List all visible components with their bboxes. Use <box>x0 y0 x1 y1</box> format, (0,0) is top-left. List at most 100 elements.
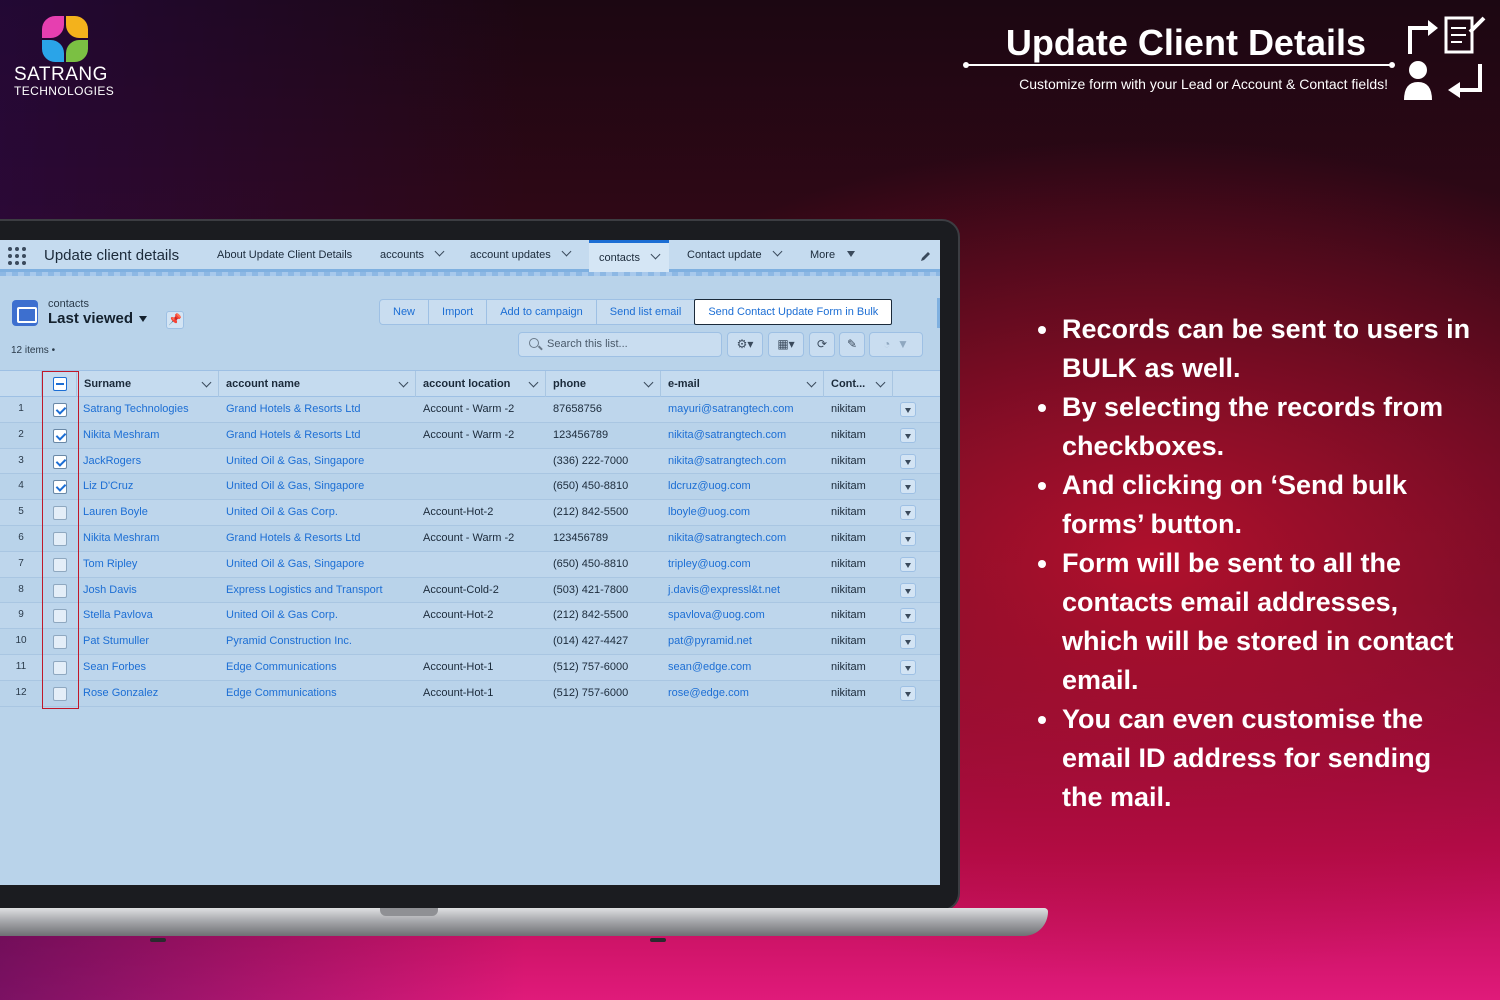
row-checkbox[interactable] <box>53 531 67 546</box>
chevron-down-icon[interactable] <box>875 377 886 388</box>
row-action-dropdown-icon[interactable] <box>900 582 916 598</box>
chart-filter-icons[interactable]: ◔ ▼ <box>869 332 923 357</box>
add-to-campaign-button[interactable]: Add to campaign <box>486 299 597 325</box>
cell-email[interactable]: mayuri@satrangtech.com <box>668 403 794 415</box>
cell-surname[interactable]: Lauren Boyle <box>83 506 148 518</box>
chevron-down-icon[interactable] <box>528 377 539 388</box>
column-surname[interactable]: Surname <box>77 371 219 397</box>
app-launcher-icon[interactable] <box>8 247 26 265</box>
cell-surname[interactable]: Nikita Meshram <box>83 532 159 544</box>
column-account-name[interactable]: account name <box>219 371 416 397</box>
nav-item-contact-update[interactable]: Contact update <box>687 246 783 261</box>
cell-account-name[interactable]: United Oil & Gas Corp. <box>226 609 338 621</box>
row-checkbox[interactable] <box>53 635 67 650</box>
row-action-dropdown-icon[interactable] <box>900 402 916 417</box>
cell-surname[interactable]: Sean Forbes <box>83 661 146 673</box>
list-view-selector[interactable]: Last viewed <box>48 310 148 327</box>
settings-gear-icon[interactable]: ⚙▾ <box>727 332 763 357</box>
row-checkbox[interactable] <box>53 454 67 469</box>
column-owner[interactable]: Cont... <box>824 371 893 397</box>
edit-list-icon[interactable]: ✎ <box>839 332 865 357</box>
cell-email[interactable]: sean@edge.com <box>668 661 751 673</box>
cell-account-name[interactable]: United Oil & Gas, Singapore <box>226 558 364 570</box>
chevron-down-icon[interactable] <box>561 246 572 257</box>
cell-email[interactable]: lboyle@uog.com <box>668 506 750 518</box>
row-action-dropdown-icon[interactable] <box>900 427 916 443</box>
row-checkbox[interactable] <box>53 403 67 417</box>
row-checkbox[interactable] <box>53 428 67 443</box>
row-action-dropdown-icon[interactable] <box>900 453 916 469</box>
row-checkbox[interactable] <box>53 480 67 495</box>
column-email[interactable]: e-mail <box>661 371 824 397</box>
row-checkbox[interactable] <box>53 506 67 521</box>
nav-item-more[interactable]: More <box>810 249 856 261</box>
cell-surname[interactable]: Satrang Technologies <box>83 403 189 415</box>
row-checkbox[interactable] <box>53 557 67 572</box>
cell-account-name[interactable]: Edge Communications <box>226 687 337 699</box>
row-checkbox[interactable] <box>53 686 67 701</box>
row-action-dropdown-icon[interactable] <box>900 608 916 624</box>
nav-item-account-updates[interactable]: account updates <box>470 246 572 261</box>
cell-email[interactable]: nikita@satrangtech.com <box>668 455 786 467</box>
nav-item-contacts[interactable]: contacts <box>589 240 669 272</box>
chevron-down-icon[interactable] <box>201 377 212 388</box>
cell-email[interactable]: nikita@satrangtech.com <box>668 532 786 544</box>
send-bulk-form-button[interactable]: Send Contact Update Form in Bulk <box>694 299 893 325</box>
nav-item-about[interactable]: About Update Client Details <box>217 249 352 261</box>
caret-down-icon[interactable] <box>139 316 148 322</box>
row-checkbox[interactable] <box>53 583 67 598</box>
send-list-email-button[interactable]: Send list email <box>595 299 696 325</box>
row-action-dropdown-icon[interactable] <box>900 530 916 546</box>
row-action-dropdown-icon[interactable] <box>900 479 916 495</box>
cell-surname[interactable]: Josh Davis <box>83 584 137 596</box>
search-input[interactable]: Search this list... <box>518 332 722 357</box>
caret-down-icon[interactable] <box>847 251 856 257</box>
edit-nav-icon[interactable] <box>920 250 932 262</box>
cell-surname[interactable]: Pat Stumuller <box>83 635 149 647</box>
import-button[interactable]: Import <box>428 299 488 325</box>
cell-surname[interactable]: Nikita Meshram <box>83 429 159 441</box>
cell-surname[interactable]: Tom Ripley <box>83 558 137 570</box>
select-all-checkbox[interactable] <box>53 377 67 391</box>
chevron-down-icon[interactable] <box>398 377 409 388</box>
cell-account-name[interactable]: Pyramid Construction Inc. <box>226 635 352 647</box>
cell-account-name[interactable]: United Oil & Gas, Singapore <box>226 480 364 492</box>
chevron-down-icon[interactable] <box>650 249 661 260</box>
chevron-down-icon[interactable] <box>806 377 817 388</box>
row-checkbox[interactable] <box>53 660 67 675</box>
cell-account-name[interactable]: Grand Hotels & Resorts Ltd <box>226 429 361 441</box>
row-action-dropdown-icon[interactable] <box>900 685 916 701</box>
row-action-dropdown-icon[interactable] <box>900 556 916 572</box>
refresh-icon[interactable]: ⟳ <box>809 332 835 357</box>
cell-email[interactable]: j.davis@expressl&t.net <box>668 584 780 596</box>
cell-surname[interactable]: Rose Gonzalez <box>83 687 158 699</box>
pin-icon[interactable]: 📌 <box>166 311 184 329</box>
cell-email[interactable]: ldcruz@uog.com <box>668 480 751 492</box>
chevron-down-icon[interactable] <box>772 246 783 257</box>
row-action-dropdown-icon[interactable] <box>900 659 916 675</box>
cell-surname[interactable]: Liz D'Cruz <box>83 480 133 492</box>
cell-email[interactable]: nikita@satrangtech.com <box>668 429 786 441</box>
cell-account-name[interactable]: United Oil & Gas Corp. <box>226 506 338 518</box>
row-checkbox[interactable] <box>53 609 67 624</box>
column-phone[interactable]: phone <box>546 371 661 397</box>
chevron-down-icon[interactable] <box>434 246 445 257</box>
display-as-table-icon[interactable]: ▦▾ <box>768 332 804 357</box>
row-action-dropdown-icon[interactable] <box>900 505 916 521</box>
chevron-down-icon[interactable] <box>643 377 654 388</box>
cell-account-name[interactable]: Express Logistics and Transport <box>226 584 383 596</box>
cell-surname[interactable]: Stella Pavlova <box>83 609 153 621</box>
cell-account-name[interactable]: Edge Communications <box>226 661 337 673</box>
cell-account-name[interactable]: United Oil & Gas, Singapore <box>226 455 364 467</box>
row-action-dropdown-icon[interactable] <box>900 634 916 650</box>
cell-surname[interactable]: JackRogers <box>83 455 141 467</box>
cell-email[interactable]: pat@pyramid.net <box>668 635 752 647</box>
new-button[interactable]: New <box>379 299 430 325</box>
nav-item-accounts[interactable]: accounts <box>380 246 445 261</box>
cell-account-name[interactable]: Grand Hotels & Resorts Ltd <box>226 403 361 415</box>
cell-email[interactable]: spavlova@uog.com <box>668 609 765 621</box>
cell-email[interactable]: rose@edge.com <box>668 687 749 699</box>
cell-email[interactable]: tripley@uog.com <box>668 558 751 570</box>
cell-account-name[interactable]: Grand Hotels & Resorts Ltd <box>226 532 361 544</box>
column-account-location[interactable]: account location <box>416 371 546 397</box>
